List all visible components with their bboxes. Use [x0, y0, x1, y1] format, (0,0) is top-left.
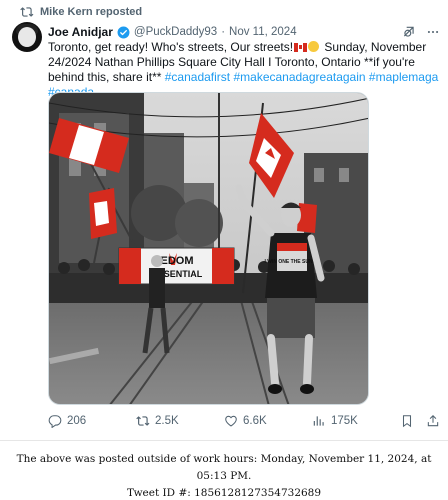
canada-flag-icon — [294, 43, 308, 52]
repost-icon — [20, 7, 34, 17]
bookmark-button[interactable] — [400, 414, 414, 428]
banner-text-top: EDOM — [161, 255, 194, 267]
avatar[interactable] — [12, 22, 42, 52]
post-date[interactable]: Nov 11, 2024 — [229, 26, 297, 38]
header-icons — [402, 25, 440, 39]
hashtag-link[interactable]: #makecanadagreatagain — [233, 70, 365, 84]
footer-note: The above was posted outside of work hou… — [0, 451, 448, 500]
reply-button[interactable]: 206 — [48, 414, 86, 428]
like-button[interactable]: 6.6K — [224, 414, 267, 428]
hashtag-link[interactable]: #maplemaga — [369, 70, 438, 84]
tweet-text: Toronto, get ready! Who's streets, Our s… — [48, 40, 440, 100]
tweet-actions: 206 2.5K 6.6K 175K — [48, 414, 440, 432]
repost-context[interactable]: Mike Kern reposted — [20, 5, 142, 19]
share-icon — [427, 415, 439, 427]
verified-badge-icon — [117, 26, 130, 38]
share-button[interactable] — [426, 414, 440, 428]
saluting-face-icon — [308, 41, 320, 52]
repost-icon — [136, 416, 150, 426]
repost-button[interactable]: 2.5K — [136, 414, 179, 428]
footer-line-time: The above was posted outside of work hou… — [16, 453, 432, 482]
repost-count: 2.5K — [155, 415, 179, 427]
repost-label: Mike Kern reposted — [40, 6, 143, 18]
views-button[interactable]: 175K — [312, 414, 358, 428]
like-count: 6.6K — [243, 415, 267, 427]
hashtag-link[interactable]: #canadafirst — [165, 70, 230, 84]
tweet-text-part1: Toronto, get ready! Who's streets, Our s… — [48, 40, 294, 54]
reply-count: 206 — [67, 415, 87, 427]
like-icon — [225, 415, 237, 427]
views-count: 175K — [331, 415, 358, 427]
footer-line-tweet-id: Tweet ID #: 1856128127354732689 — [126, 487, 322, 499]
reply-icon — [48, 415, 62, 428]
author-name[interactable]: Joe Anidjar — [48, 25, 113, 39]
grok-icon[interactable] — [402, 25, 416, 39]
separator: · — [221, 26, 226, 38]
rally-photo: EDOM ESSENTIAL I WIN ONE THE SUNNY — [49, 93, 368, 404]
shirt-text: I WIN ONE THE SUNNY — [264, 259, 320, 265]
more-icon[interactable] — [426, 25, 440, 39]
tweet-media-photo[interactable]: EDOM ESSENTIAL I WIN ONE THE SUNNY — [48, 92, 369, 405]
tweet-header: Joe Anidjar @PuckDaddy93 · Nov 11, 2024 — [48, 24, 438, 40]
tweet-card: Mike Kern reposted Joe Anidjar @PuckDadd… — [0, 0, 448, 440]
divider — [0, 440, 448, 441]
author-handle[interactable]: @PuckDaddy93 — [134, 26, 217, 38]
views-icon — [313, 416, 324, 426]
bookmark-icon — [402, 415, 412, 428]
